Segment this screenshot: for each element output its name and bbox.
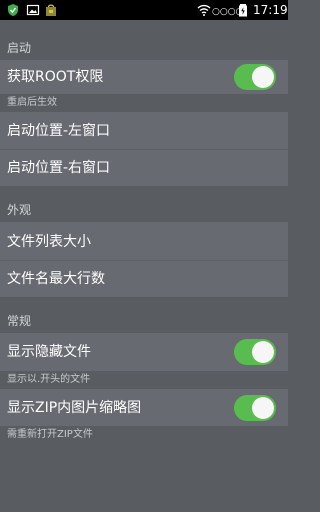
- setting-file-list-size-label: 文件列表大小: [7, 234, 91, 250]
- setting-show-hidden-files-label: 显示隐藏文件: [7, 344, 91, 360]
- setting-root-permission-hint: 重启后生效: [7, 97, 57, 108]
- setting-max-filename-lines-label: 文件名最大行数: [7, 271, 105, 287]
- setting-zip-thumbnails-hint-row: 需重新打开ZIP文件: [0, 426, 288, 444]
- show-hidden-files-toggle[interactable]: [234, 339, 276, 365]
- clock: 17:19: [253, 3, 288, 17]
- settings-list: 启动 获取ROOT权限 重启后生效 启动位置-左窗口 启动位置-右窗口 外观 文…: [0, 20, 288, 512]
- setting-show-hidden-files[interactable]: 显示隐藏文件: [0, 333, 288, 371]
- setting-start-left-window-label: 启动位置-左窗口: [7, 123, 111, 139]
- setting-root-permission[interactable]: 获取ROOT权限: [0, 60, 288, 94]
- toggle-knob: [252, 341, 274, 363]
- section-header-appearance: 外观: [0, 200, 288, 222]
- setting-show-hidden-files-hint-row: 显示以.开头的文件: [0, 371, 288, 389]
- shield-app-icon: [8, 4, 18, 16]
- section-title-startup: 启动: [7, 41, 32, 55]
- section-title-appearance: 外观: [7, 203, 32, 217]
- setting-start-right-window[interactable]: 启动位置-右窗口: [0, 150, 288, 186]
- root-permission-toggle[interactable]: [234, 64, 276, 90]
- setting-zip-thumbnails[interactable]: 显示ZIP内图片缩略图: [0, 389, 288, 426]
- setting-start-right-window-label: 启动位置-右窗口: [7, 160, 111, 176]
- wifi-icon: [197, 4, 211, 16]
- setting-start-left-window[interactable]: 启动位置-左窗口: [0, 112, 288, 149]
- toggle-knob: [252, 66, 274, 88]
- setting-root-permission-hint-row: 重启后生效: [0, 94, 288, 112]
- toggle-knob: [252, 397, 274, 419]
- battery-charging-icon: [239, 4, 247, 17]
- setting-root-permission-label: 获取ROOT权限: [7, 69, 104, 85]
- setting-zip-thumbnails-hint: 需重新打开ZIP文件: [7, 429, 93, 440]
- section-header-startup: 启动: [0, 38, 288, 60]
- bag-app-icon: [46, 4, 56, 16]
- image-icon: [26, 4, 40, 16]
- setting-file-list-size[interactable]: 文件列表大小: [0, 222, 288, 260]
- section-title-general: 常规: [7, 314, 32, 328]
- setting-show-hidden-files-hint: 显示以.开头的文件: [7, 374, 91, 385]
- status-bar: ○○○○ 17:19: [0, 0, 288, 20]
- zip-thumbnails-toggle[interactable]: [234, 395, 276, 421]
- setting-max-filename-lines[interactable]: 文件名最大行数: [0, 261, 288, 297]
- section-header-general: 常规: [0, 311, 288, 333]
- setting-zip-thumbnails-label: 显示ZIP内图片缩略图: [7, 400, 142, 416]
